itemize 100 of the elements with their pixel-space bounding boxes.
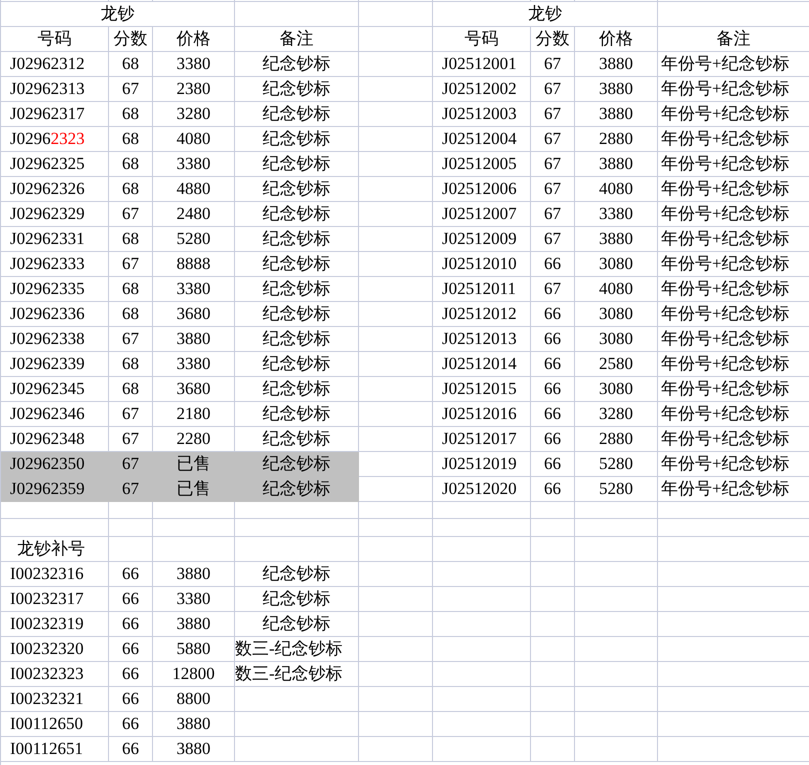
table-cell: 3880 xyxy=(153,562,235,587)
table-cell: 68 xyxy=(109,52,153,77)
table-cell: J02512001 xyxy=(433,52,531,77)
column-header: 号码 xyxy=(1,27,109,52)
table-cell: J02962350 xyxy=(1,452,109,477)
table-cell: J02512012 xyxy=(433,302,531,327)
table-cell: 纪念钞标 xyxy=(235,227,359,252)
column-header: 备注 xyxy=(235,27,359,52)
table-cell: 67 xyxy=(109,477,153,502)
table-cell: 3080 xyxy=(575,302,658,327)
table-cell: 66 xyxy=(109,687,153,712)
table-cell: J02512004 xyxy=(433,127,531,152)
empty-cell xyxy=(531,737,575,762)
table-cell: 66 xyxy=(109,712,153,737)
table-cell: 68 xyxy=(109,277,153,302)
empty-cell xyxy=(531,687,575,712)
table-cell: 4080 xyxy=(575,177,658,202)
table-cell: 5280 xyxy=(153,227,235,252)
table-cell: 3880 xyxy=(153,712,235,737)
table-cell: J02962331 xyxy=(1,227,109,252)
table-cell: J02962336 xyxy=(1,302,109,327)
table-cell: I00232316 xyxy=(1,562,109,587)
table-title: 龙钞 xyxy=(1,2,235,27)
table-cell: 纪念钞标 xyxy=(235,352,359,377)
table-cell: 67 xyxy=(531,102,575,127)
table-cell: J02512014 xyxy=(433,352,531,377)
table-cell: 66 xyxy=(531,452,575,477)
table-cell: J02512009 xyxy=(433,227,531,252)
table-cell: 3680 xyxy=(153,302,235,327)
table-cell: I00112650 xyxy=(1,712,109,737)
table-cell: 纪念钞标 xyxy=(235,102,359,127)
table-cell: J02962326 xyxy=(1,177,109,202)
column-header: 分数 xyxy=(109,27,153,52)
table-cell: 数三-纪念钞标 xyxy=(235,637,359,662)
table-cell: 3880 xyxy=(153,737,235,762)
table-cell: J02962317 xyxy=(1,102,109,127)
table-title: 龙钞 xyxy=(433,2,658,27)
table-cell: 2580 xyxy=(575,352,658,377)
table-cell: 3380 xyxy=(153,277,235,302)
table-cell: 3280 xyxy=(575,402,658,427)
table-cell: 年份号+纪念钞标 xyxy=(658,477,809,502)
table-cell: I00232317 xyxy=(1,587,109,612)
table-cell: 67 xyxy=(109,77,153,102)
table-cell: 纪念钞标 xyxy=(235,402,359,427)
table-cell: 4880 xyxy=(153,177,235,202)
table-cell: 年份号+纪念钞标 xyxy=(658,402,809,427)
table-cell: J02512019 xyxy=(433,452,531,477)
table-cell: 66 xyxy=(109,612,153,637)
table-cell: 67 xyxy=(531,127,575,152)
table-cell: 66 xyxy=(531,327,575,352)
table-cell: 67 xyxy=(531,277,575,302)
table-cell: 纪念钞标 xyxy=(235,477,359,502)
table-cell: 66 xyxy=(109,737,153,762)
table-cell: 3380 xyxy=(153,152,235,177)
table-cell: J02962333 xyxy=(1,252,109,277)
table-cell: J02962339 xyxy=(1,352,109,377)
table-cell: 68 xyxy=(109,127,153,152)
table-cell: 3880 xyxy=(575,77,658,102)
table-cell: 2480 xyxy=(153,202,235,227)
table-cell: 3080 xyxy=(575,377,658,402)
table-cell: J02512011 xyxy=(433,277,531,302)
table-cell: J02512005 xyxy=(433,152,531,177)
table-cell: 纪念钞标 xyxy=(235,562,359,587)
table-cell: 数三-纪念钞标 xyxy=(235,662,359,687)
table-cell: 年份号+纪念钞标 xyxy=(658,377,809,402)
table-cell: 67 xyxy=(531,227,575,252)
table-cell: 12800 xyxy=(153,662,235,687)
table-cell: 年份号+纪念钞标 xyxy=(658,327,809,352)
table-cell: 3880 xyxy=(153,612,235,637)
table-cell: I00232319 xyxy=(1,612,109,637)
table-cell: J02962346 xyxy=(1,402,109,427)
table-cell: 年份号+纪念钞标 xyxy=(658,202,809,227)
table-cell: 年份号+纪念钞标 xyxy=(658,427,809,452)
table-cell: 2180 xyxy=(153,402,235,427)
column-header: 分数 xyxy=(531,27,575,52)
table-cell: 66 xyxy=(109,637,153,662)
table-cell: J02962323 xyxy=(1,127,109,152)
empty-cell xyxy=(531,637,575,662)
table-cell: 纪念钞标 xyxy=(235,252,359,277)
table-cell: J02512017 xyxy=(433,427,531,452)
table-cell: 年份号+纪念钞标 xyxy=(658,227,809,252)
table-cell: 3880 xyxy=(153,327,235,352)
table-cell: 2880 xyxy=(575,127,658,152)
table-cell: J02512015 xyxy=(433,377,531,402)
table-cell: 3680 xyxy=(153,377,235,402)
table-cell: 68 xyxy=(109,227,153,252)
table-cell: 纪念钞标 xyxy=(235,327,359,352)
table-cell: 67 xyxy=(109,452,153,477)
table-cell: J02512020 xyxy=(433,477,531,502)
table-cell: 4080 xyxy=(153,127,235,152)
table-cell: 67 xyxy=(109,252,153,277)
table-cell: 5280 xyxy=(575,477,658,502)
table-cell: J02512013 xyxy=(433,327,531,352)
table-cell: I00232321 xyxy=(1,687,109,712)
table-cell: 66 xyxy=(109,662,153,687)
table-cell: 年份号+纪念钞标 xyxy=(658,302,809,327)
table-cell: 3880 xyxy=(575,52,658,77)
table-cell: 68 xyxy=(109,377,153,402)
empty-cell xyxy=(531,562,575,587)
table-cell: 66 xyxy=(531,252,575,277)
